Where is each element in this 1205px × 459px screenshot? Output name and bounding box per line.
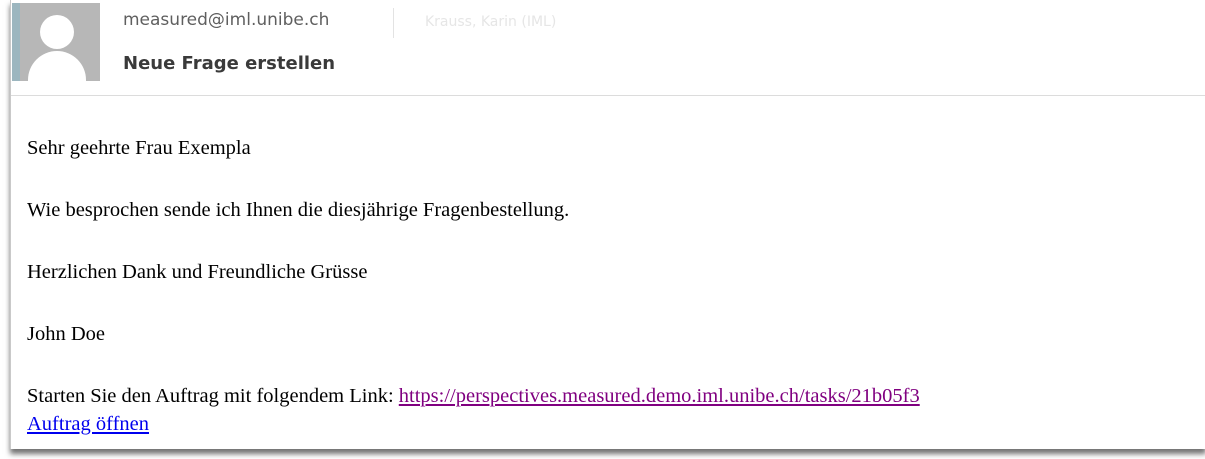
avatar-body-shape — [28, 51, 86, 81]
link-intro-text: Starten Sie den Auftrag mit folgendem Li… — [27, 385, 399, 407]
header-divider — [393, 8, 394, 38]
signature-text: John Doe — [27, 323, 106, 345]
open-task-link[interactable]: Auftrag öffnen — [27, 413, 149, 435]
message-text: Wie besprochen sende ich Ihnen die diesj… — [27, 199, 570, 221]
sender-address[interactable]: measured@iml.unibe.ch — [123, 10, 329, 30]
closing-text: Herzlichen Dank und Freundliche Grüsse — [27, 261, 368, 283]
email-header: measured@iml.unibe.ch Krauss, Karin (IML… — [11, 0, 1205, 96]
sender-avatar-icon[interactable] — [12, 3, 100, 81]
email-subject: Neue Frage erstellen — [123, 53, 336, 74]
recipient-name[interactable]: Krauss, Karin (IML) — [425, 14, 556, 30]
avatar-head-shape — [40, 15, 74, 49]
task-url-link[interactable]: https://perspectives.measured.demo.iml.u… — [399, 385, 920, 407]
email-reading-pane: measured@iml.unibe.ch Krauss, Karin (IML… — [10, 0, 1205, 449]
greeting-text: Sehr geehrte Frau Exempla — [27, 137, 251, 159]
avatar-accent-bar — [12, 3, 20, 81]
open-task-paragraph: Auftrag öffnen — [27, 412, 149, 436]
link-paragraph: Starten Sie den Auftrag mit folgendem Li… — [27, 384, 920, 408]
